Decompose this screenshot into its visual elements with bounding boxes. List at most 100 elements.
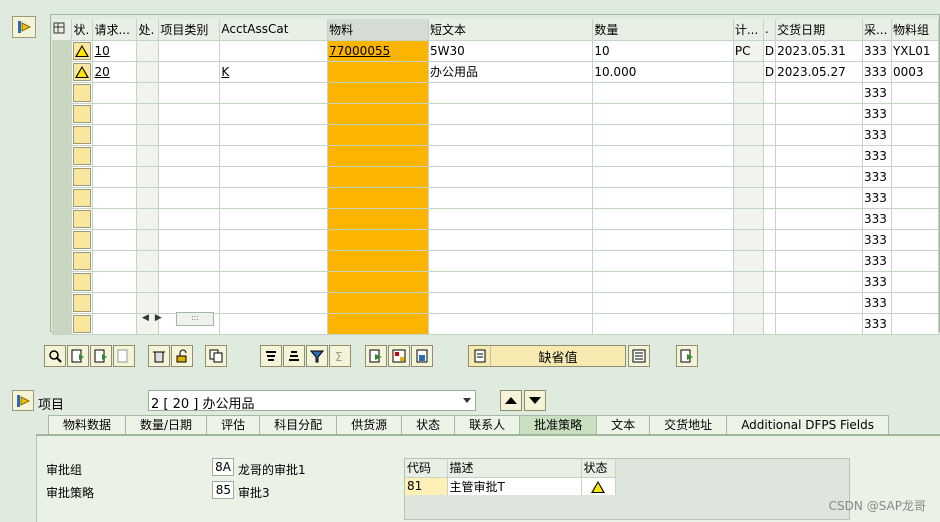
empty-cell[interactable] bbox=[763, 103, 777, 125]
empty-cell[interactable] bbox=[592, 82, 734, 104]
item-number-cell[interactable]: 20 bbox=[92, 61, 138, 83]
sort-descending-button[interactable] bbox=[283, 345, 305, 367]
quantity-cell[interactable]: 10 bbox=[592, 40, 734, 62]
row-selector[interactable] bbox=[52, 124, 73, 146]
empty-cell[interactable] bbox=[775, 313, 863, 335]
empty-cell[interactable] bbox=[733, 82, 764, 104]
empty-cell[interactable] bbox=[158, 250, 221, 272]
purch-group-cell[interactable]: 333 bbox=[862, 40, 892, 62]
status-cell[interactable] bbox=[71, 208, 94, 230]
column-header[interactable]: 数量 bbox=[592, 19, 734, 41]
empty-cell[interactable] bbox=[733, 208, 764, 230]
tab-quantity-date[interactable]: 数量/日期 bbox=[125, 415, 208, 435]
status-cell[interactable] bbox=[71, 313, 94, 335]
column-header[interactable]: 计... bbox=[733, 19, 764, 41]
row-selector[interactable] bbox=[52, 145, 73, 167]
empty-cell[interactable] bbox=[733, 145, 764, 167]
empty-cell[interactable] bbox=[219, 229, 329, 251]
total-button[interactable]: Σ bbox=[329, 345, 351, 367]
empty-cell[interactable] bbox=[428, 292, 594, 314]
row-selector[interactable] bbox=[52, 61, 73, 83]
empty-cell[interactable] bbox=[327, 166, 429, 188]
empty-cell[interactable] bbox=[592, 124, 734, 146]
table-row[interactable]: 333 bbox=[52, 187, 940, 209]
empty-cell[interactable] bbox=[219, 103, 329, 125]
empty-cell[interactable] bbox=[158, 292, 221, 314]
empty-cell[interactable] bbox=[763, 271, 777, 293]
column-header[interactable]: . bbox=[763, 19, 777, 41]
empty-cell[interactable] bbox=[733, 250, 764, 272]
empty-cell[interactable] bbox=[891, 271, 940, 293]
empty-cell[interactable] bbox=[158, 271, 221, 293]
empty-cell[interactable] bbox=[158, 187, 221, 209]
material-cell[interactable]: 77000055 bbox=[327, 40, 429, 62]
column-select-header[interactable] bbox=[52, 19, 73, 41]
tab-material-data[interactable]: 物料数据 bbox=[48, 415, 127, 435]
empty-cell[interactable] bbox=[592, 250, 734, 272]
empty-cell[interactable] bbox=[136, 145, 160, 167]
details-button[interactable] bbox=[44, 345, 66, 367]
empty-cell[interactable] bbox=[92, 250, 138, 272]
empty-cell[interactable] bbox=[327, 187, 429, 209]
empty-cell[interactable] bbox=[891, 313, 940, 335]
empty-cell[interactable] bbox=[763, 124, 777, 146]
item-category-cell[interactable] bbox=[158, 61, 221, 83]
empty-cell[interactable] bbox=[327, 271, 429, 293]
empty-cell[interactable] bbox=[733, 292, 764, 314]
empty-cell[interactable] bbox=[327, 82, 429, 104]
empty-cell[interactable] bbox=[733, 187, 764, 209]
empty-cell[interactable] bbox=[327, 124, 429, 146]
empty-cell[interactable] bbox=[136, 271, 160, 293]
column-header[interactable]: 采... bbox=[862, 19, 892, 41]
empty-cell[interactable] bbox=[219, 208, 329, 230]
item-number-link[interactable]: 20 bbox=[94, 65, 109, 79]
status-cell[interactable] bbox=[71, 292, 94, 314]
empty-cell[interactable] bbox=[219, 292, 329, 314]
empty-cell[interactable] bbox=[592, 271, 734, 293]
empty-cell[interactable] bbox=[775, 208, 863, 230]
empty-cell[interactable] bbox=[136, 187, 160, 209]
item-category-cell[interactable] bbox=[158, 40, 221, 62]
empty-cell[interactable] bbox=[763, 166, 777, 188]
purch-group-cell[interactable]: 333 bbox=[862, 313, 892, 335]
empty-cell[interactable] bbox=[775, 271, 863, 293]
table-row[interactable]: 333 bbox=[52, 103, 940, 125]
table-row[interactable]: 333 bbox=[52, 229, 940, 251]
status-cell[interactable] bbox=[71, 103, 94, 125]
empty-cell[interactable] bbox=[763, 208, 777, 230]
empty-cell[interactable] bbox=[92, 124, 138, 146]
status-cell[interactable] bbox=[71, 187, 94, 209]
material-link[interactable]: 77000055 bbox=[329, 44, 390, 58]
tab-text[interactable]: 文本 bbox=[596, 415, 651, 435]
table-row[interactable]: 333 bbox=[52, 271, 940, 293]
empty-cell[interactable] bbox=[891, 187, 940, 209]
table-row[interactable]: 333 bbox=[52, 292, 940, 314]
table-row[interactable]: 333 bbox=[52, 208, 940, 230]
empty-cell[interactable] bbox=[219, 82, 329, 104]
delete-button[interactable] bbox=[148, 345, 170, 367]
empty-cell[interactable] bbox=[891, 82, 940, 104]
empty-cell[interactable] bbox=[733, 166, 764, 188]
tab-delivery-address[interactable]: 交货地址 bbox=[649, 415, 728, 435]
empty-cell[interactable] bbox=[592, 166, 734, 188]
empty-cell[interactable] bbox=[136, 250, 160, 272]
table-settings-icon[interactable] bbox=[12, 16, 36, 38]
empty-cell[interactable] bbox=[136, 229, 160, 251]
empty-cell[interactable] bbox=[428, 250, 594, 272]
layout-button[interactable] bbox=[388, 345, 410, 367]
column-header[interactable]: 处. bbox=[136, 19, 160, 41]
empty-cell[interactable] bbox=[428, 313, 594, 335]
copy-button[interactable] bbox=[205, 345, 227, 367]
row-selector[interactable] bbox=[52, 166, 73, 188]
row-selector[interactable] bbox=[52, 292, 73, 314]
row-selector[interactable] bbox=[52, 208, 73, 230]
empty-cell[interactable] bbox=[775, 292, 863, 314]
status-cell[interactable] bbox=[71, 145, 94, 167]
empty-cell[interactable] bbox=[891, 208, 940, 230]
empty-cell[interactable] bbox=[775, 82, 863, 104]
default-values-details-button[interactable] bbox=[628, 345, 650, 367]
item-dropdown[interactable]: 2 [ 20 ] 办公用品 bbox=[148, 390, 476, 412]
empty-cell[interactable] bbox=[891, 145, 940, 167]
filter-button[interactable] bbox=[306, 345, 328, 367]
sort-ascending-button[interactable] bbox=[260, 345, 282, 367]
